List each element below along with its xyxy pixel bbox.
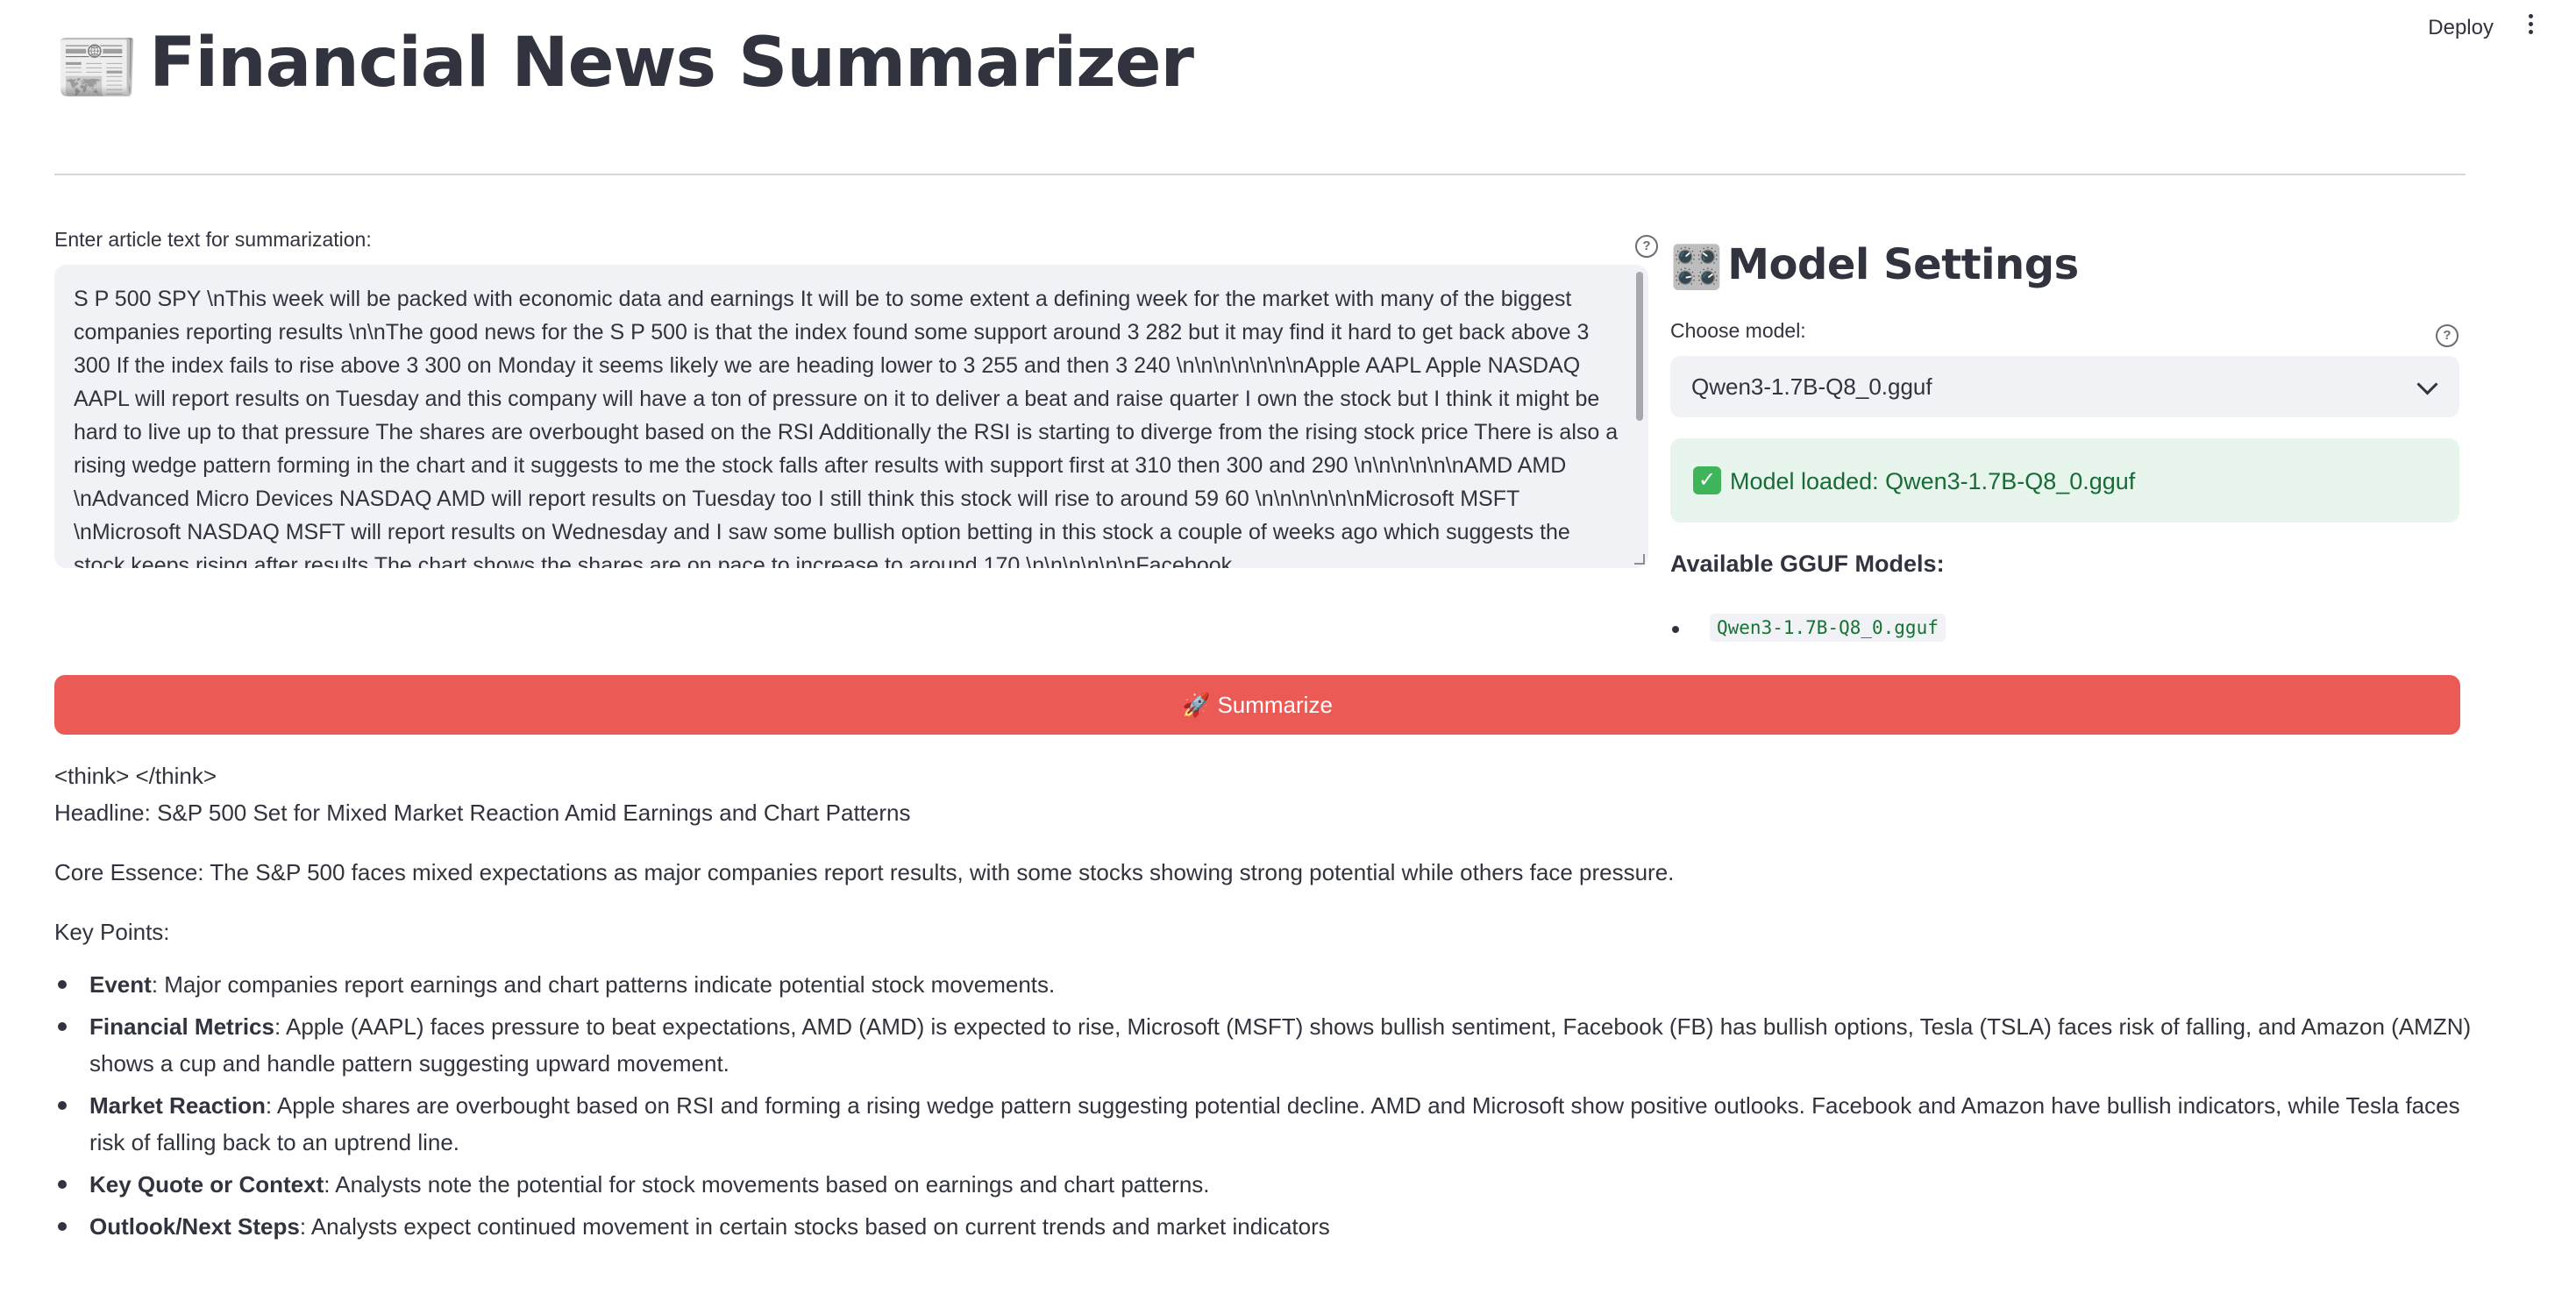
model-settings-title-text: Model Settings — [1727, 240, 2079, 289]
main-menu-icon[interactable] — [2520, 11, 2541, 42]
think-tag-text: <think> </think> — [54, 763, 217, 789]
key-point-item: Financial Metrics: Apple (AAPL) faces pr… — [54, 1008, 2474, 1082]
page-title: 📰 Financial News Summarizer — [54, 19, 1194, 111]
available-model-code: Qwen3-1.7B-Q8_0.gguf — [1710, 614, 1946, 642]
chevron-down-icon — [2416, 373, 2438, 395]
key-point-text: : Major companies report earnings and ch… — [151, 971, 1056, 998]
check-mark-icon: ✓ — [1693, 466, 1721, 494]
article-text-value[interactable]: S P 500 SPY \nThis week will be packed w… — [74, 282, 1619, 568]
available-models-list: Qwen3-1.7B-Q8_0.gguf — [1670, 614, 1946, 642]
key-point-item: Event: Major companies report earnings a… — [54, 966, 2474, 1003]
key-point-item: Market Reaction: Apple shares are overbo… — [54, 1087, 2474, 1161]
key-point-item: Key Quote or Context: Analysts note the … — [54, 1166, 2474, 1203]
key-point-label: Financial Metrics — [89, 1013, 274, 1040]
summary-headline: Headline: S&P 500 Set for Mixed Market R… — [54, 800, 911, 826]
key-point-text: : Analysts expect continued movement in … — [299, 1213, 1330, 1240]
article-help-icon[interactable]: ? — [1635, 235, 1658, 258]
article-input-label: Enter article text for summarization: — [54, 228, 372, 251]
control-knobs-icon: 🎛️ — [1670, 243, 1723, 292]
key-points-list: Event: Major companies report earnings a… — [54, 966, 2474, 1245]
newspaper-icon: 📰 — [54, 27, 139, 107]
choose-model-label: Choose model: — [1670, 319, 1806, 342]
textarea-resize-handle[interactable] — [1634, 554, 1645, 565]
summarize-label: Summarize — [1217, 691, 1333, 718]
summary-output: <think> </think> Headline: S&P 500 Set f… — [54, 757, 2474, 1250]
key-point-label: Market Reaction — [89, 1092, 266, 1119]
key-point-label: Key Quote or Context — [89, 1171, 324, 1198]
summarize-button[interactable]: 🚀 Summarize — [54, 675, 2460, 735]
model-select-value: Qwen3-1.7B-Q8_0.gguf — [1691, 373, 1932, 400]
key-point-text: : Apple shares are overbought based on R… — [89, 1092, 2460, 1155]
model-settings-title: 🎛️ Model Settings — [1670, 238, 2079, 294]
model-loaded-message: Model loaded: Qwen3-1.7B-Q8_0.gguf — [1730, 468, 2136, 494]
summary-core-essence: Core Essence: The S&P 500 faces mixed ex… — [54, 859, 1675, 885]
deploy-button[interactable]: Deploy — [2421, 11, 2501, 46]
header-divider — [54, 174, 2466, 175]
key-point-text: : Apple (AAPL) faces pressure to beat ex… — [89, 1013, 2472, 1077]
available-models-title: Available GGUF Models: — [1670, 551, 1945, 577]
article-textarea[interactable]: S P 500 SPY \nThis week will be packed w… — [54, 265, 1648, 568]
choose-model-help-icon[interactable]: ? — [2436, 324, 2459, 347]
top-toolbar: Deploy — [2313, 0, 2576, 53]
key-points-title: Key Points: — [54, 919, 170, 945]
key-point-item: Outlook/Next Steps: Analysts expect cont… — [54, 1208, 2474, 1245]
key-point-text: : Analysts note the potential for stock … — [324, 1171, 1210, 1198]
textarea-scrollbar[interactable] — [1636, 272, 1643, 421]
key-point-label: Event — [89, 971, 152, 998]
key-point-label: Outlook/Next Steps — [89, 1213, 300, 1240]
model-select[interactable]: Qwen3-1.7B-Q8_0.gguf — [1670, 356, 2459, 417]
page-title-text: Financial News Summarizer — [149, 24, 1194, 103]
model-loaded-alert: ✓ Model loaded: Qwen3-1.7B-Q8_0.gguf — [1670, 438, 2459, 522]
available-model-item: Qwen3-1.7B-Q8_0.gguf — [1670, 614, 1946, 642]
rocket-icon: 🚀 — [1182, 691, 1211, 718]
